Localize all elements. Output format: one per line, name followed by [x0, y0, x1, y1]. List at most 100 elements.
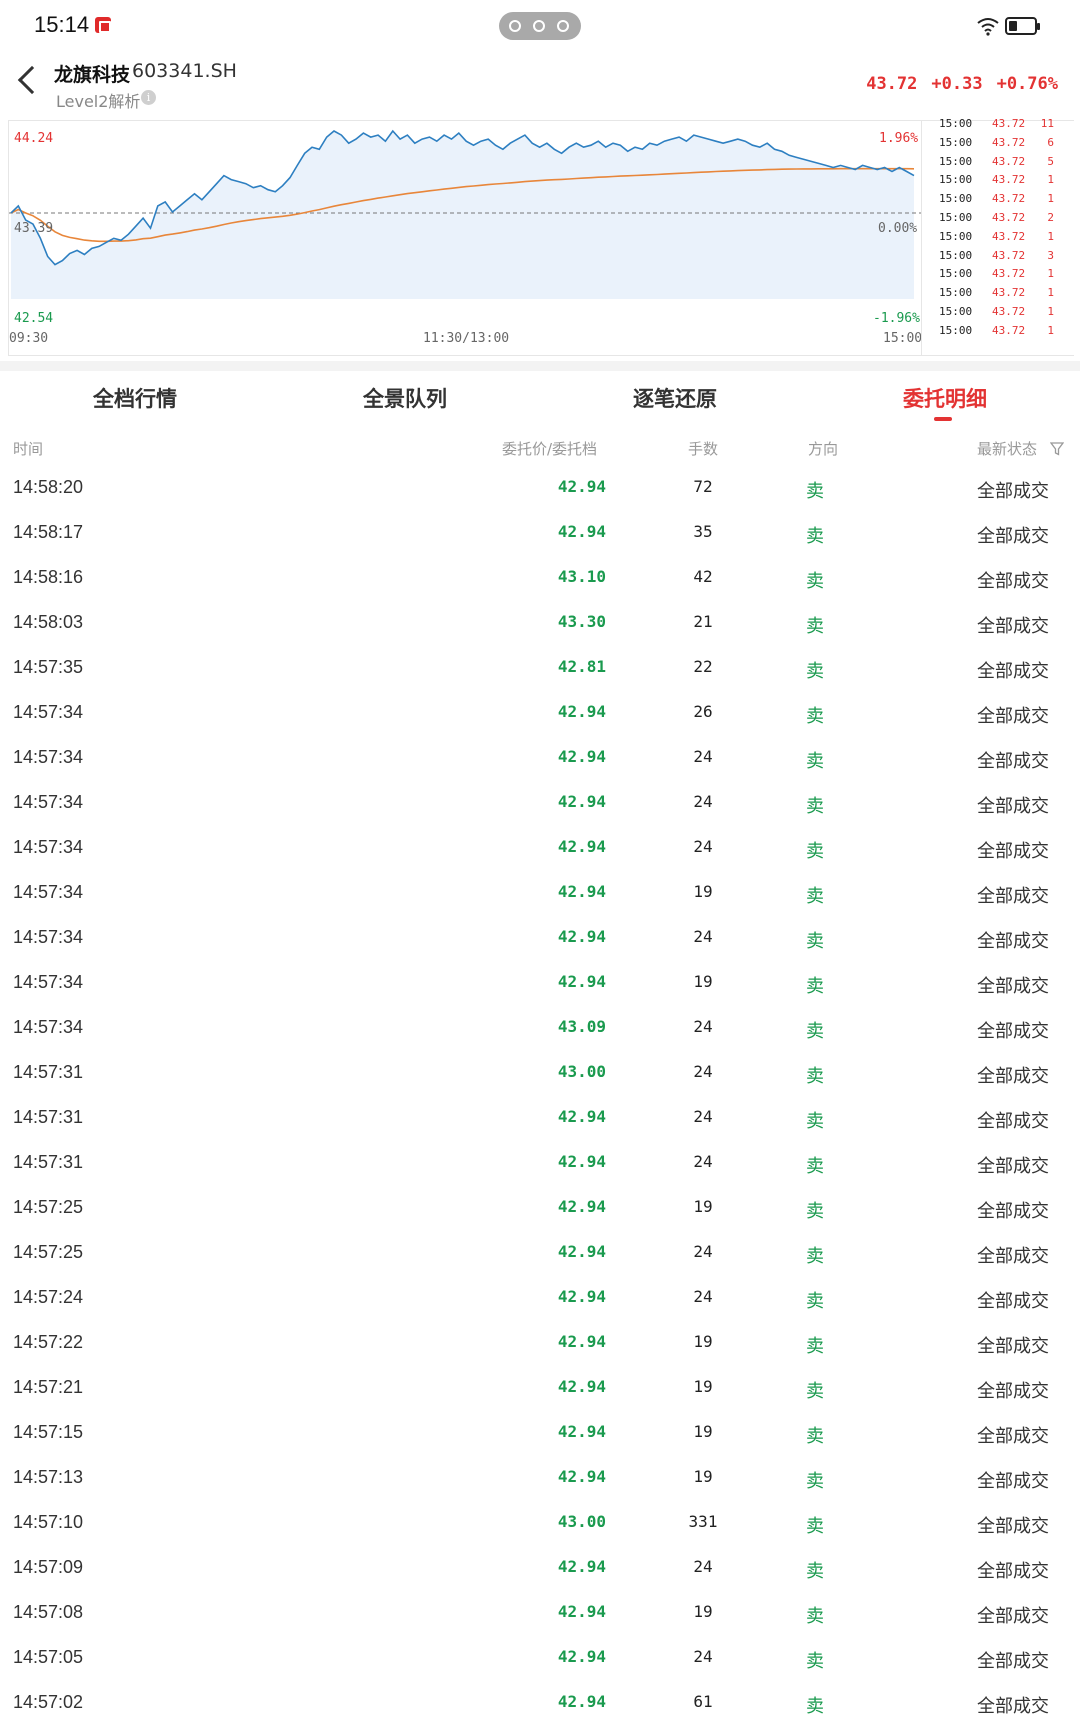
row-volume: 19 — [693, 882, 713, 901]
price-area — [11, 131, 914, 299]
x-label-mid: 11:30/13:00 — [423, 331, 510, 346]
order-table: 14:59:5143.3027卖全部成交14:58:2042.9472卖全部成交… — [0, 454, 1080, 1728]
table-row[interactable]: 14:57:34 42.94 19 卖 全部成交 — [0, 874, 1080, 919]
tick-row: 15:00 43.72 5 — [922, 155, 1076, 174]
price-change: +0.33 — [931, 74, 983, 94]
intraday-chart[interactable]: 44.24 43.39 42.54 1.96% 0.00% -1.96% 09:… — [8, 117, 1076, 356]
table-row[interactable]: 14:57:34 42.94 24 卖 全部成交 — [0, 829, 1080, 874]
table-row[interactable]: 14:57:24 42.94 24 卖 全部成交 — [0, 1279, 1080, 1324]
tick-volume: 1 — [1047, 192, 1054, 206]
row-status: 全部成交 — [977, 1246, 1049, 1267]
table-row[interactable]: 14:57:25 42.94 19 卖 全部成交 — [0, 1189, 1080, 1234]
row-time: 14:57:31 — [13, 1062, 84, 1082]
row-status: 全部成交 — [977, 454, 1049, 458]
row-price: 42.94 — [557, 1242, 606, 1261]
last-price: 43.72 — [866, 74, 918, 94]
row-status: 全部成交 — [977, 886, 1049, 907]
tick-price: 43.72 — [992, 305, 1026, 318]
table-row[interactable]: 14:59:5143.3027卖全部成交 — [0, 454, 1080, 469]
row-time: 14:57:24 — [13, 1287, 84, 1307]
row-status: 全部成交 — [977, 1021, 1049, 1042]
row-price: 42.94 — [557, 477, 606, 496]
tick-row: 15:00 43.72 1 — [922, 267, 1076, 286]
table-row[interactable]: 14:57:34 42.94 26 卖 全部成交 — [0, 694, 1080, 739]
table-row[interactable]: 14:57:21 42.94 19 卖 全部成交 — [0, 1369, 1080, 1414]
row-volume: 19 — [693, 972, 713, 991]
tick-list[interactable]: 15:00 43.72 11 15:00 43.72 6 15:00 43.72 5 15:00 4… — [921, 117, 1076, 355]
row-direction: 卖 — [806, 571, 824, 592]
row-status: 全部成交 — [977, 1561, 1049, 1582]
table-row[interactable]: 14:57:02 42.94 61 卖 全部成交 — [0, 1684, 1080, 1728]
tick-time: 15:00 — [939, 267, 973, 281]
table-row[interactable]: 14:57:34 43.09 24 卖 全部成交 — [0, 1009, 1080, 1054]
row-volume: 22 — [693, 657, 713, 676]
row-direction: 卖 — [806, 1561, 824, 1582]
table-row[interactable]: 14:57:34 42.94 24 卖 全部成交 — [0, 919, 1080, 964]
table-row[interactable]: 14:57:15 42.94 19 卖 全部成交 — [0, 1414, 1080, 1459]
row-volume: 24 — [693, 1107, 713, 1126]
tab-full-depth[interactable]: 全档行情 — [0, 383, 270, 413]
row-price: 42.94 — [557, 1197, 606, 1216]
row-direction: 卖 — [806, 1606, 824, 1627]
table-row[interactable]: 14:57:34 42.94 24 卖 全部成交 — [0, 784, 1080, 829]
x-label-start: 09:30 — [9, 331, 49, 346]
table-row[interactable]: 14:57:31 42.94 24 卖 全部成交 — [0, 1099, 1080, 1144]
row-volume: 72 — [693, 477, 713, 496]
level2-label[interactable]: Level2解析 — [56, 88, 140, 112]
tick-time: 15:00 — [939, 117, 973, 130]
tick-volume: 11 — [1040, 117, 1054, 130]
table-row[interactable]: 14:58:17 42.94 35 卖 全部成交 — [0, 514, 1080, 559]
row-direction: 卖 — [806, 1111, 824, 1132]
table-row[interactable]: 14:57:31 42.94 24 卖 全部成交 — [0, 1144, 1080, 1189]
row-time: 14:57:34 — [13, 792, 84, 812]
y-min-label: 42.54 — [14, 311, 54, 326]
table-row[interactable]: 14:57:25 42.94 24 卖 全部成交 — [0, 1234, 1080, 1279]
info-icon[interactable]: i — [141, 90, 156, 105]
row-time: 14:57:34 — [13, 927, 84, 947]
tab-full-queue[interactable]: 全景队列 — [270, 383, 540, 413]
tab-order-detail[interactable]: 委托明细 — [810, 383, 1080, 413]
table-row[interactable]: 14:58:03 43.30 21 卖 全部成交 — [0, 604, 1080, 649]
back-arrow-icon[interactable] — [17, 65, 47, 95]
table-row[interactable]: 14:57:35 42.81 22 卖 全部成交 — [0, 649, 1080, 694]
table-row[interactable]: 14:58:16 43.10 42 卖 全部成交 — [0, 559, 1080, 604]
table-row[interactable]: 14:57:10 43.00 331 卖 全部成交 — [0, 1504, 1080, 1549]
row-direction: 卖 — [806, 661, 824, 682]
tick-row: 15:00 43.72 6 — [922, 136, 1076, 155]
row-time: 14:57:09 — [13, 1557, 84, 1577]
row-status: 全部成交 — [977, 1426, 1049, 1447]
row-time: 14:57:21 — [13, 1377, 84, 1397]
tick-volume: 1 — [1047, 286, 1054, 300]
row-direction: 卖 — [806, 1246, 824, 1267]
table-row[interactable]: 14:57:22 42.94 19 卖 全部成交 — [0, 1324, 1080, 1369]
tick-row: 15:00 43.72 1 — [922, 173, 1076, 192]
intraday-chart-svg — [9, 129, 921, 299]
table-row[interactable]: 14:57:13 42.94 19 卖 全部成交 — [0, 1459, 1080, 1504]
tick-price: 43.72 — [992, 229, 1026, 243]
tick-row: 15:00 43.72 1 — [922, 305, 1076, 324]
table-row[interactable]: 14:57:08 42.94 19 卖 全部成交 — [0, 1594, 1080, 1639]
tick-volume: 5 — [1047, 154, 1054, 168]
table-row[interactable]: 14:57:34 42.94 24 卖 全部成交 — [0, 739, 1080, 784]
tick-volume: 2 — [1047, 211, 1054, 224]
row-direction: 卖 — [806, 454, 824, 458]
tick-time: 15:00 — [939, 248, 973, 262]
row-time: 14:57:34 — [13, 702, 84, 722]
tab-tick-replay[interactable]: 逐笔还原 — [540, 383, 810, 413]
row-price: 42.94 — [557, 972, 606, 991]
window-controls-pill[interactable] — [499, 12, 581, 40]
row-price: 42.94 — [557, 1692, 606, 1711]
table-row[interactable]: 14:57:34 42.94 19 卖 全部成交 — [0, 964, 1080, 1009]
table-row[interactable]: 14:57:31 43.00 24 卖 全部成交 — [0, 1054, 1080, 1099]
row-price: 42.94 — [557, 1332, 606, 1351]
row-price: 42.94 — [557, 522, 606, 541]
row-direction: 卖 — [806, 1156, 824, 1177]
table-row[interactable]: 14:57:05 42.94 24 卖 全部成交 — [0, 1639, 1080, 1684]
row-price: 43.00 — [557, 1512, 606, 1531]
table-row[interactable]: 14:57:09 42.94 24 卖 全部成交 — [0, 1549, 1080, 1594]
row-time: 14:57:02 — [13, 1692, 84, 1712]
tick-price: 43.72 — [992, 211, 1026, 224]
table-row[interactable]: 14:58:20 42.94 72 卖 全部成交 — [0, 469, 1080, 514]
tick-volume: 1 — [1047, 305, 1054, 318]
row-price: 42.94 — [557, 792, 606, 811]
